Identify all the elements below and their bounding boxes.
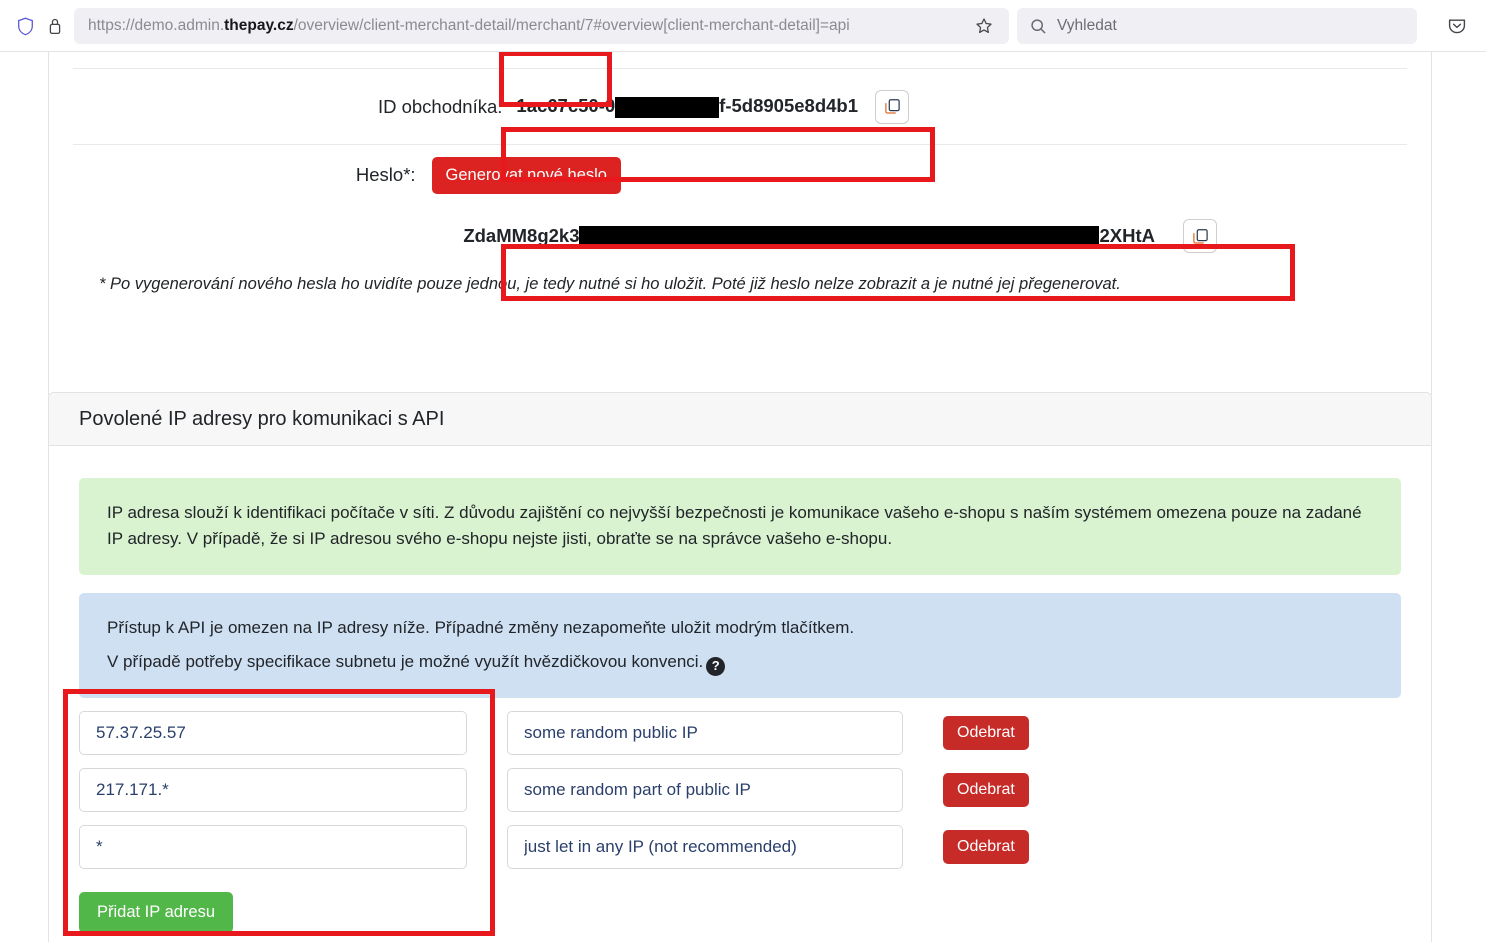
merchant-id-label: ID obchodníka:	[377, 95, 503, 117]
generate-password-button[interactable]: Generovat nové heslo	[431, 156, 621, 194]
pocket-icon[interactable]	[1442, 11, 1472, 41]
ip-card-body: IP adresa slouží k identifikaci počítače…	[49, 446, 1431, 933]
password-row: Heslo*: Generovat nové heslo	[73, 145, 1407, 205]
star-bookmark-icon[interactable]	[969, 11, 999, 41]
password-value-row: ZdaMM8g2k3 2XHtA	[73, 205, 1407, 267]
search-placeholder-text: Vyhledat	[1057, 17, 1117, 34]
browser-toolbar: https://demo.admin.thepay.cz/overview/cl…	[0, 0, 1486, 52]
shield-icon[interactable]	[10, 11, 40, 41]
ip-row: Odebrat	[79, 710, 1401, 755]
project-id-row: ID projektu pro www.demo-merchant-8.com:…	[73, 52, 1407, 69]
ip-address-input[interactable]	[79, 824, 467, 869]
ip-allowlist-card: Povolené IP adresy pro komunikaci s API …	[48, 392, 1432, 942]
ip-row: Odebrat	[79, 767, 1401, 812]
ip-description-input[interactable]	[507, 710, 903, 755]
help-icon[interactable]: ?	[706, 656, 726, 676]
ip-address-input[interactable]	[79, 710, 467, 755]
padlock-icon[interactable]	[40, 11, 70, 41]
password-footnote: * Po vygenerování nového hesla ho uvidít…	[99, 275, 1121, 293]
url-text: https://demo.admin.thepay.cz/overview/cl…	[88, 17, 850, 34]
ip-description-input[interactable]	[507, 767, 903, 812]
ip-access-alert-line2: V případě potřeby specifikace subnetu je…	[107, 649, 1373, 676]
page-content: ID projektu pro www.demo-merchant-8.com:…	[0, 52, 1486, 942]
remove-ip-button[interactable]: Odebrat	[943, 829, 1029, 864]
remove-ip-button[interactable]: Odebrat	[943, 772, 1029, 807]
api-credentials-card: ID projektu pro www.demo-merchant-8.com:…	[48, 52, 1432, 400]
redaction-bar	[615, 96, 720, 118]
ip-access-alert-line1: Přístup k API je omezen na IP adresy níž…	[107, 617, 855, 637]
merchant-id-value: 1ac67c50-0 f-5d8905e8d4b1	[516, 95, 858, 118]
password-label: Heslo*:	[355, 164, 416, 185]
copy-icon[interactable]	[1183, 219, 1217, 253]
ip-access-alert: Přístup k API je omezen na IP adresy níž…	[79, 592, 1401, 698]
redaction-bar	[579, 226, 1100, 248]
add-ip-button[interactable]: Přidat IP adresu	[79, 891, 234, 933]
url-bar[interactable]: https://demo.admin.thepay.cz/overview/cl…	[74, 8, 1009, 44]
ip-card-title: Povolené IP adresy pro komunikaci s API	[49, 393, 1431, 446]
ip-description-input[interactable]	[507, 824, 903, 869]
browser-search-bar[interactable]: Vyhledat	[1017, 8, 1417, 44]
password-value: ZdaMM8g2k3 2XHtA	[463, 224, 1155, 248]
ip-address-input[interactable]	[79, 767, 467, 812]
ip-row: Odebrat	[79, 824, 1401, 869]
copy-icon[interactable]	[875, 89, 909, 124]
search-icon	[1029, 17, 1047, 35]
ip-info-alert: IP adresa slouží k identifikaci počítače…	[79, 478, 1401, 575]
remove-ip-button[interactable]: Odebrat	[943, 715, 1029, 750]
merchant-id-row: ID obchodníka: 1ac67c50-0 f-5d8905e8d4b1	[73, 69, 1407, 145]
